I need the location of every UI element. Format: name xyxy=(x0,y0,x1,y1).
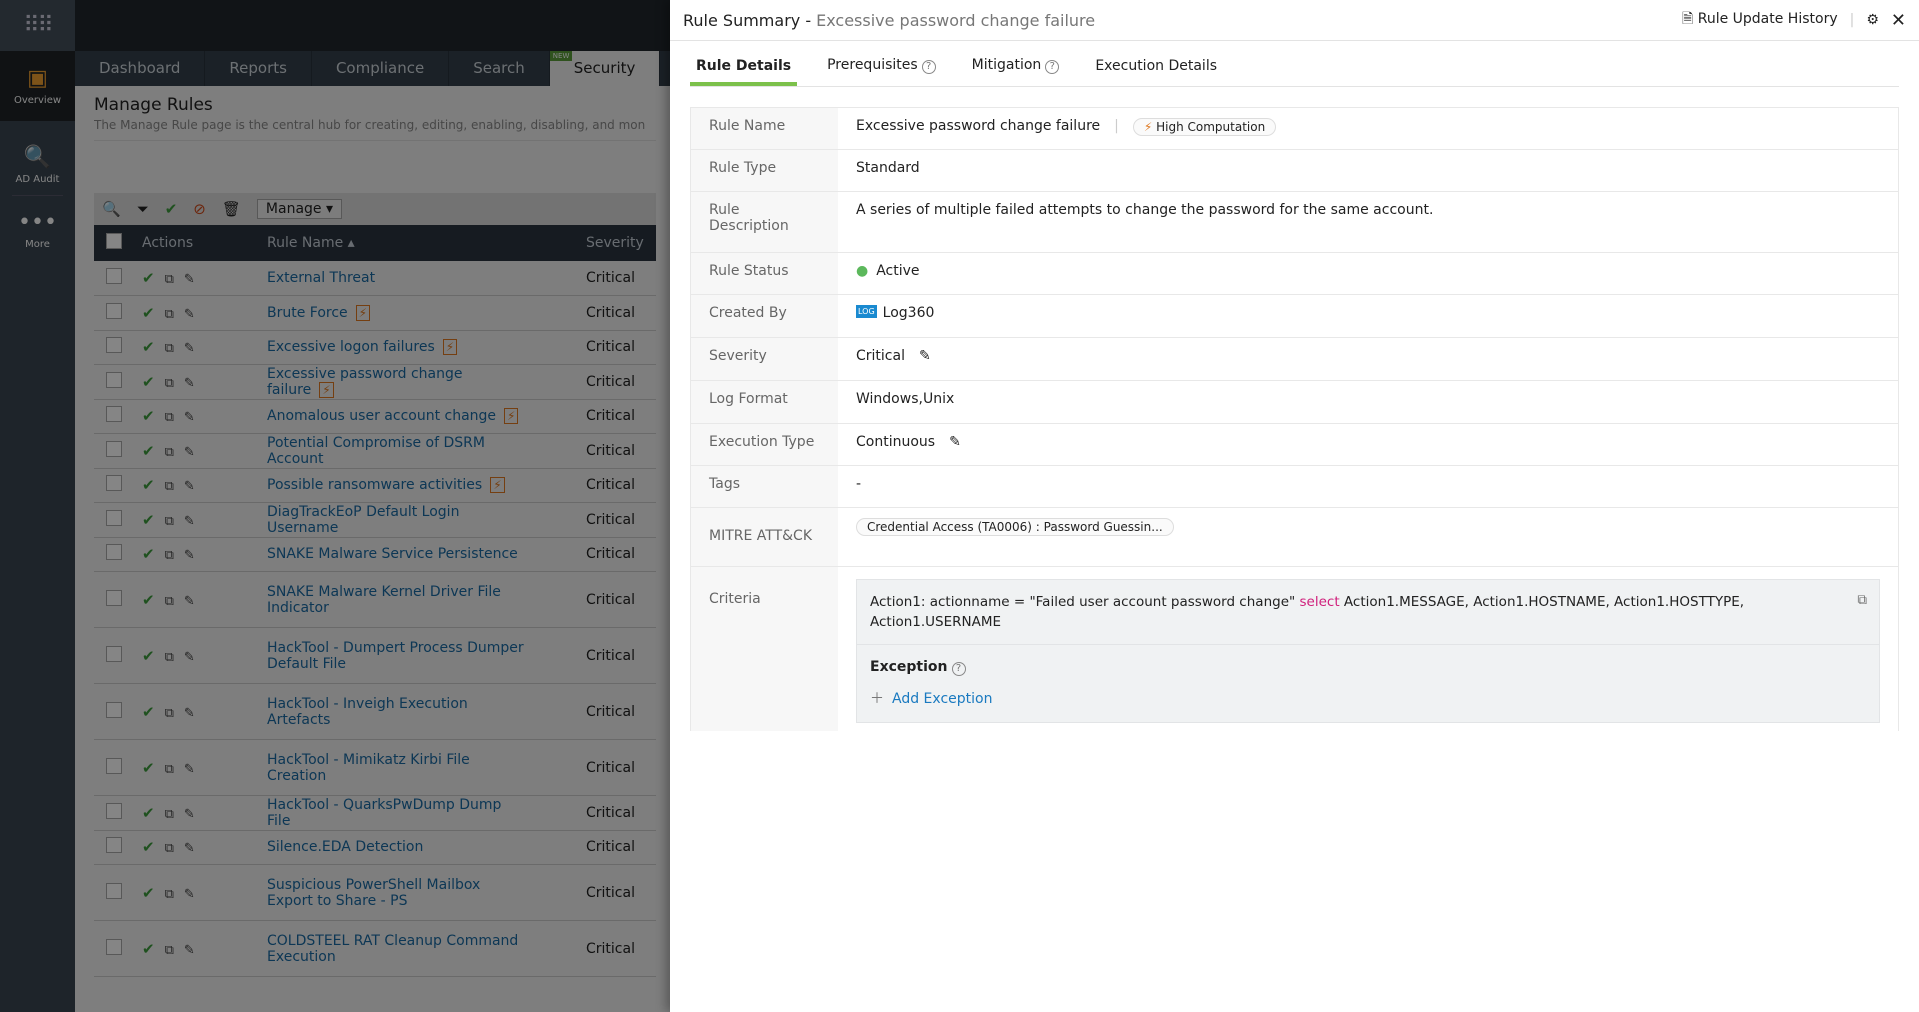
help-icon[interactable]: ? xyxy=(1045,60,1060,74)
tab-prerequisites[interactable]: Prerequisites? xyxy=(821,57,942,86)
log-format-value: Windows,Unix xyxy=(856,391,955,407)
exception-heading: Exception xyxy=(870,659,948,675)
copy-icon[interactable]: ⧉ xyxy=(1857,590,1867,610)
label: Criteria xyxy=(691,567,838,731)
tab-mitigation[interactable]: Mitigation? xyxy=(966,57,1066,86)
label: Created By xyxy=(691,295,838,337)
close-icon[interactable]: ✕ xyxy=(1891,10,1906,31)
help-icon[interactable]: ? xyxy=(951,662,966,676)
tab-label: Mitigation xyxy=(971,57,1042,73)
label: Rule Status xyxy=(691,253,838,294)
criteria-query: Action1: actionname = "Failed user accou… xyxy=(857,580,1879,645)
rule-summary-panel: Rule Summary - Excessive password change… xyxy=(670,0,1919,1012)
criteria-keyword: select xyxy=(1299,594,1340,610)
label: Tags xyxy=(691,466,838,507)
label: Execution Type xyxy=(691,424,838,465)
high-computation-badge: ⚡ High Computation xyxy=(1132,118,1277,136)
rule-update-history-button[interactable]: 🗎 Rule Update History xyxy=(1682,8,1838,32)
plus-icon: ＋ xyxy=(870,691,884,707)
panel-subtitle: Excessive password change failure xyxy=(816,10,1096,30)
add-exception-button[interactable]: ＋ Add Exception xyxy=(870,688,1866,708)
history-label: Rule Update History xyxy=(1697,11,1838,27)
rule-name-value: Excessive password change failure xyxy=(856,118,1101,134)
log360-logo-icon: LOG xyxy=(856,305,877,318)
edit-icon[interactable]: ✎ xyxy=(919,348,931,364)
badge-label: High Computation xyxy=(1156,120,1266,134)
label: Log Format xyxy=(691,381,838,423)
status-dot-icon: ● xyxy=(856,263,869,279)
help-icon[interactable]: ? xyxy=(921,60,936,74)
severity-value: Critical xyxy=(856,348,905,364)
edit-icon[interactable]: ✎ xyxy=(949,434,961,450)
rule-details-table: Rule Name Excessive password change failu… xyxy=(690,107,1899,731)
criteria-box: Action1: actionname = "Failed user accou… xyxy=(856,579,1880,723)
criteria-text: Action1: actionname = "Failed user accou… xyxy=(870,594,1300,610)
label: Rule Type xyxy=(691,150,838,191)
high-computation-icon: ⚡ xyxy=(1143,120,1153,134)
tab-execution-details[interactable]: Execution Details xyxy=(1089,58,1223,86)
execution-type-value: Continuous xyxy=(856,434,936,450)
label: MITRE ATT&CK xyxy=(691,508,838,566)
label: Severity xyxy=(691,338,838,380)
tab-rule-details[interactable]: Rule Details xyxy=(690,58,798,86)
add-exception-label: Add Exception xyxy=(892,691,993,707)
created-by-value: Log360 xyxy=(882,305,935,321)
tab-label: Prerequisites xyxy=(827,57,918,73)
label: Rule Name xyxy=(691,108,838,149)
settings-icon[interactable]: ⚙ xyxy=(1866,12,1879,28)
rule-type-value: Standard xyxy=(856,160,920,176)
tags-value: - xyxy=(856,476,862,492)
mitre-tag[interactable]: Credential Access (TA0006) : Password Gu… xyxy=(856,518,1174,536)
history-icon: 🗎 xyxy=(1682,11,1694,27)
panel-title: Rule Summary - xyxy=(683,10,812,30)
modal-overlay[interactable] xyxy=(0,0,670,1012)
rule-description-value: A series of multiple failed attempts to … xyxy=(856,202,1434,218)
rule-status-value: Active xyxy=(876,263,920,279)
label: Rule Description xyxy=(691,192,838,252)
